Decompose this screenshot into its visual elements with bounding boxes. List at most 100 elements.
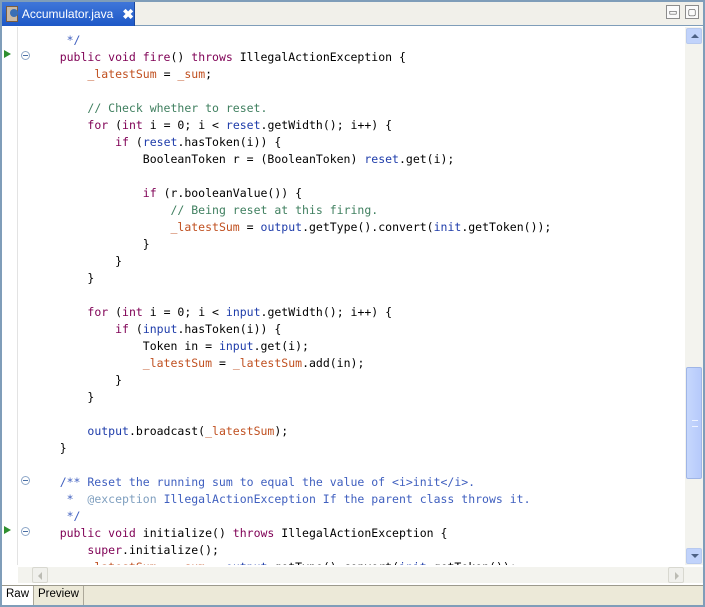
code-line: if (input.hasToken(i)) {: [32, 321, 281, 338]
code-token: i = 0; i <: [149, 305, 226, 319]
code-token: (r.booleanValue()) {: [163, 186, 303, 200]
code-token: reset: [364, 152, 399, 166]
code-token: .add(in);: [302, 356, 365, 370]
code-token: reset: [225, 118, 261, 132]
code-token: .getWidth(); i++) {: [260, 118, 393, 132]
code-text-area[interactable]: */ public void fire() throws IllegalActi…: [32, 27, 684, 565]
hscroll-gutter-pad: [18, 567, 32, 583]
code-token: .getType().convert(: [302, 220, 434, 234]
code-line: public void fire() throws IllegalActionE…: [32, 49, 406, 66]
code-token: public void: [32, 50, 143, 64]
code-token: _latestSum: [232, 356, 303, 370]
scroll-down-button[interactable]: [686, 548, 702, 564]
code-token: }: [32, 390, 95, 404]
overview-ruler: [2, 27, 18, 565]
code-token: _latestSum: [205, 424, 275, 438]
collapse-icon[interactable]: [21, 51, 30, 60]
code-token: input: [218, 339, 254, 353]
code-token: }: [32, 254, 123, 268]
code-token: }: [32, 441, 67, 455]
code-token: .getWidth(); i++) {: [260, 305, 393, 319]
code-line: /** Reset the running sum to equal the v…: [32, 474, 475, 491]
code-token: _sum: [177, 67, 206, 81]
code-token: _sum: [177, 560, 205, 565]
code-token: .get(i);: [253, 339, 309, 353]
code-token: init: [433, 220, 462, 234]
code-line: _latestSum = _latestSum.add(in);: [32, 355, 365, 372]
code-token: if: [115, 322, 136, 336]
code-token: _latestSum: [87, 560, 156, 565]
collapse-icon[interactable]: [21, 527, 30, 536]
code-token: _latestSum: [142, 356, 213, 370]
code-token: IllegalActionException {: [239, 50, 406, 64]
code-line: super.initialize();: [32, 542, 219, 559]
code-editor: */ public void fire() throws IllegalActi…: [2, 27, 703, 565]
code-token: .broadcast(: [128, 424, 206, 438]
code-line: }: [32, 253, 122, 270]
code-token: Token in =: [32, 339, 219, 353]
code-token: =: [205, 560, 226, 565]
editor-mode-tabs: Raw Preview: [2, 585, 703, 605]
code-line: // Being reset at this firing.: [32, 202, 378, 219]
code-token: (): [170, 50, 192, 64]
override-marker-icon[interactable]: [4, 524, 16, 536]
code-token: reset: [142, 135, 178, 149]
code-line: // Check whether to reset.: [32, 100, 267, 117]
code-token: public void: [32, 526, 143, 540]
code-token: output: [226, 560, 268, 565]
tab-preview[interactable]: Preview: [34, 586, 84, 605]
code-token: // Being reset at this firing.: [170, 203, 379, 217]
code-token: fire: [142, 50, 171, 64]
code-line: for (int i = 0; i < input.getWidth(); i+…: [32, 304, 392, 321]
code-line: if (r.booleanValue()) {: [32, 185, 302, 202]
code-token: ;: [205, 67, 213, 81]
code-token: .getType().convert(: [267, 560, 399, 565]
scroll-thumb[interactable]: [686, 367, 702, 479]
code-line: }: [32, 372, 122, 389]
maximize-button[interactable]: ▢: [685, 5, 699, 19]
code-token: .hasToken(i)) {: [177, 135, 282, 149]
code-line: if (reset.hasToken(i)) {: [32, 134, 281, 151]
code-token: (: [135, 322, 143, 336]
code-token: (: [115, 305, 123, 319]
override-marker-icon[interactable]: [4, 48, 16, 60]
close-icon[interactable]: ✖: [122, 6, 134, 23]
code-token: =: [212, 356, 233, 370]
scroll-right-button[interactable]: [668, 567, 684, 583]
code-token: throws: [191, 50, 240, 64]
scroll-left-button[interactable]: [32, 567, 48, 583]
code-token: if: [115, 135, 136, 149]
minimize-button[interactable]: ▭: [666, 5, 680, 19]
folding-gutter: [18, 27, 32, 565]
code-line: _latestSum = _sum;: [32, 66, 212, 83]
tab-accumulator-java[interactable]: Accumulator.java ✖: [2, 2, 135, 26]
code-token: IllegalActionException If the parent cla…: [156, 492, 531, 506]
code-token: initialize(): [142, 526, 233, 540]
code-line: public void initialize() throws IllegalA…: [32, 525, 448, 542]
code-token: _latestSum: [87, 67, 157, 81]
code-token: .get(i);: [398, 152, 455, 166]
code-line: */: [32, 32, 81, 49]
tab-raw[interactable]: Raw: [2, 586, 35, 605]
scroll-up-button[interactable]: [686, 28, 702, 44]
horizontal-scrollbar[interactable]: [32, 567, 684, 583]
collapse-icon[interactable]: [21, 476, 30, 485]
tab-title: Accumulator.java: [21, 7, 114, 21]
scroll-grip-icon: [692, 420, 698, 427]
vertical-scrollbar[interactable]: [685, 27, 703, 565]
code-token: if: [142, 186, 164, 200]
code-token: for: [87, 305, 116, 319]
editor-tab-bar: Accumulator.java ✖ ▭ ▢: [2, 2, 703, 26]
editor-window: Accumulator.java ✖ ▭ ▢ */ public void fi…: [0, 0, 705, 607]
code-token: output: [260, 220, 303, 234]
code-token: =: [157, 560, 178, 565]
window-controls: ▭ ▢: [666, 5, 699, 19]
code-token: output: [87, 424, 129, 438]
code-token: (: [115, 118, 123, 132]
